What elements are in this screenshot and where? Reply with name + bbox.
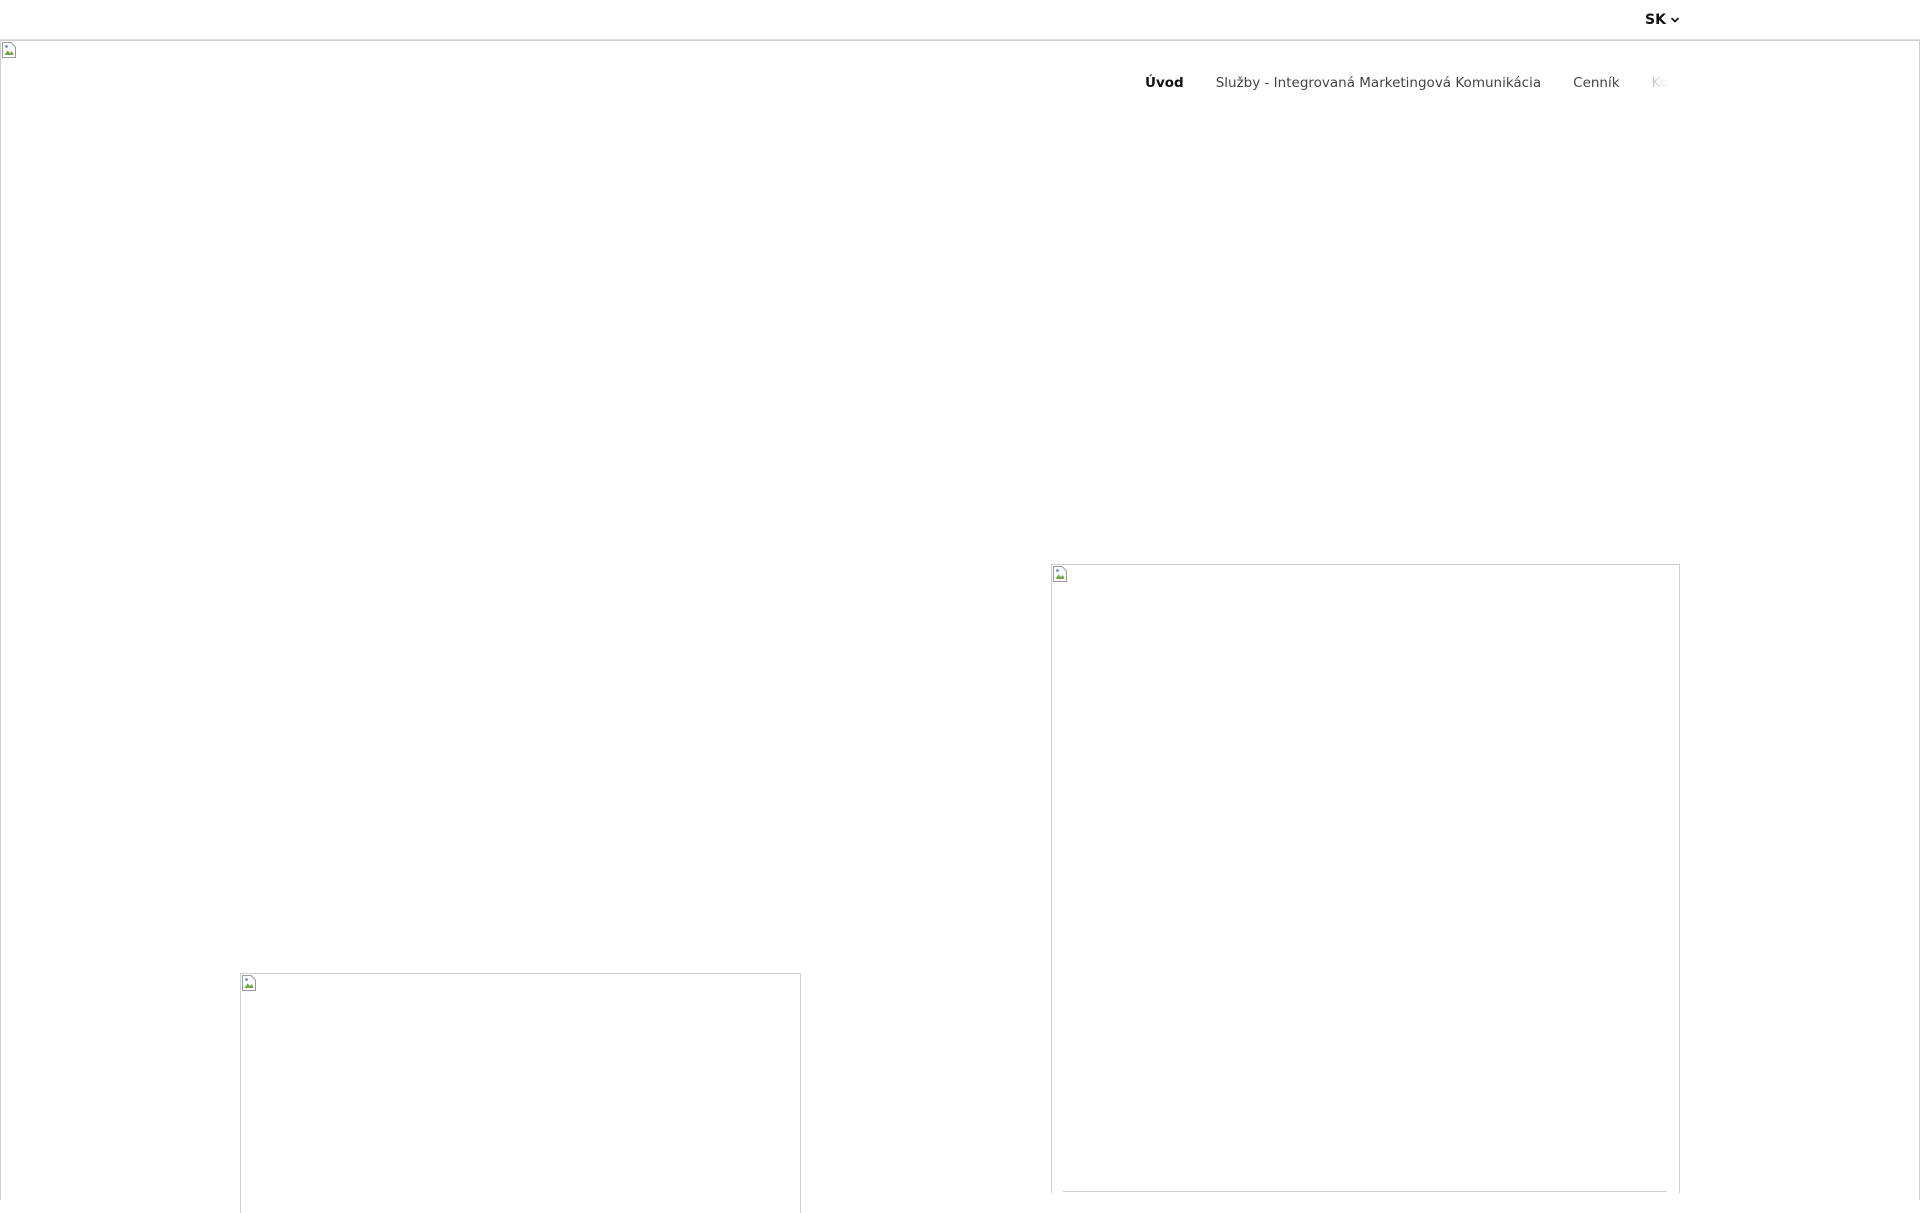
top-bar: SK: [0, 0, 1920, 40]
language-switcher[interactable]: SK: [1645, 10, 1680, 30]
broken-image-icon: [1053, 566, 1067, 582]
feature-image-right: [1051, 564, 1680, 1193]
nav-item-sluzby[interactable]: Služby - Integrovaná Marketingová Komuni…: [1216, 75, 1541, 91]
main-nav: Úvod Služby - Integrovaná Marketingová K…: [1145, 72, 1678, 94]
nav-item-cennik[interactable]: Cenník: [1573, 75, 1619, 91]
nav-item-kontakt[interactable]: Kontakt: [1652, 75, 1678, 91]
language-current: SK: [1645, 12, 1666, 28]
broken-image-icon: [2, 42, 16, 58]
broken-image-icon: [242, 975, 256, 991]
feature-image-right-bottom-edge: [1063, 1191, 1667, 1192]
nav-item-uvod[interactable]: Úvod: [1145, 75, 1184, 91]
feature-image-left: [240, 973, 801, 1213]
chevron-down-icon: [1670, 15, 1680, 25]
